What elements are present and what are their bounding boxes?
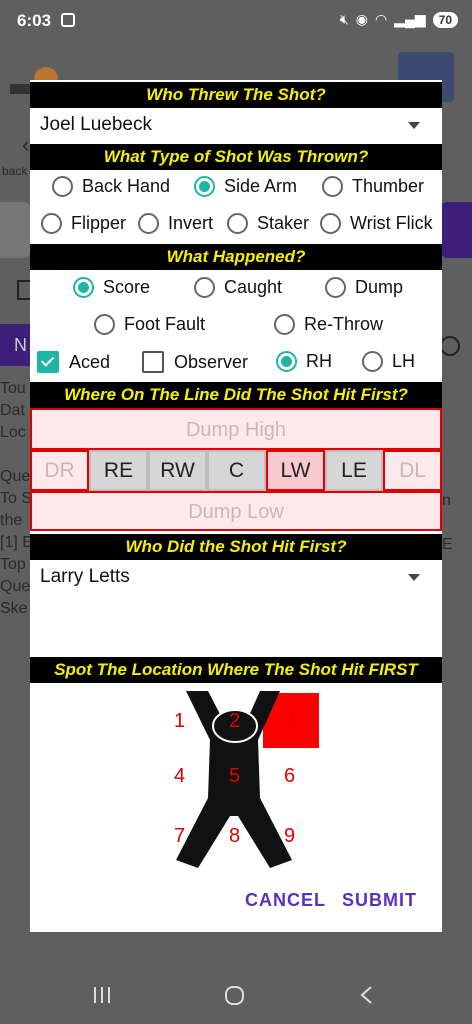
wifi-icon: ◠	[374, 11, 388, 27]
radio-icon	[194, 277, 215, 298]
shot-type-thumber[interactable]: Thumber	[322, 176, 424, 197]
checkbox-checked-icon	[37, 351, 59, 373]
shot-type-back-hand[interactable]: Back Hand	[52, 176, 170, 197]
radio-icon	[52, 176, 73, 197]
battery-badge: 70	[432, 11, 458, 28]
background-text-right: n E	[442, 492, 453, 553]
radio-icon	[274, 314, 295, 335]
thrower-header: Who Threw The Shot?	[30, 82, 442, 108]
radio-icon	[320, 213, 341, 234]
back-arrow-icon[interactable]: ‹	[22, 132, 29, 158]
shot-type-header: What Type of Shot Was Thrown?	[30, 144, 442, 170]
background-input	[0, 202, 30, 258]
shot-type-staker[interactable]: Staker	[227, 213, 309, 234]
spot-5[interactable]: 5	[229, 765, 240, 788]
cancel-button[interactable]: CANCEL	[245, 890, 326, 911]
hit-header: Who Did the Shot Hit First?	[30, 534, 442, 560]
back-icon[interactable]	[358, 985, 374, 1005]
back-label: back	[2, 164, 28, 178]
line-cell-rw[interactable]: RW	[148, 450, 207, 491]
spot-8[interactable]: 8	[229, 825, 240, 848]
radio-icon	[41, 213, 62, 234]
thrower-value: Joel Luebeck	[40, 114, 152, 135]
outcome-foot-fault[interactable]: Foot Fault	[94, 314, 205, 335]
hit-player-value: Larry Letts	[40, 566, 130, 587]
background-radio	[440, 336, 460, 356]
hand-lh[interactable]: LH	[362, 351, 415, 372]
spot-2[interactable]: 2	[229, 710, 240, 733]
shot-type-invert[interactable]: Invert	[138, 213, 213, 234]
radio-icon	[322, 176, 343, 197]
system-nav-bar	[0, 944, 472, 1024]
line-header: Where On The Line Did The Shot Hit First…	[30, 382, 442, 408]
radio-icon	[227, 213, 248, 234]
spot-9[interactable]: 9	[284, 825, 295, 848]
dropdown-arrow-icon	[408, 574, 420, 581]
spot-4[interactable]: 4	[174, 765, 185, 788]
background-n-button: N	[0, 324, 30, 366]
aced-checkbox[interactable]: Aced	[37, 351, 110, 373]
location-icon: ◉	[355, 11, 368, 27]
line-cell-lw[interactable]: LW	[266, 450, 325, 491]
line-cell-dl[interactable]: DL	[383, 450, 442, 491]
status-bar: 6:03 🔇︎ ◉ ◠ ▂▄▆ 70	[0, 0, 472, 44]
line-cell-le[interactable]: LE	[325, 450, 383, 491]
shot-type-flipper[interactable]: Flipper	[41, 213, 126, 234]
recent-apps-icon[interactable]	[92, 986, 112, 1004]
signal-icon: ▂▄▆	[394, 11, 426, 27]
mute-icon: 🔇︎	[339, 11, 349, 27]
radio-icon	[325, 277, 346, 298]
hand-rh[interactable]: RH	[276, 351, 332, 372]
hit-player-select[interactable]: Larry Letts	[40, 560, 432, 594]
line-cell-dr[interactable]: DR	[30, 450, 89, 491]
line-cell-re[interactable]: RE	[89, 450, 148, 491]
screenshot-icon	[61, 13, 75, 27]
radio-icon	[138, 213, 159, 234]
background-button	[441, 202, 472, 258]
shot-dialog: Who Threw The Shot? Joel Luebeck What Ty…	[30, 80, 442, 932]
spot-header: Spot The Location Where The Shot Hit FIR…	[30, 657, 442, 683]
dump-low-zone[interactable]: Dump Low	[30, 491, 442, 531]
status-icons: 🔇︎ ◉ ◠ ▂▄▆ 70	[340, 11, 458, 28]
radio-selected-icon	[194, 176, 215, 197]
spot-3[interactable]: 3	[284, 710, 295, 733]
spot-7[interactable]: 7	[174, 825, 185, 848]
background-text: Tou Dat Loc Que To S the [1] E Top Que S…	[0, 380, 33, 617]
dump-high-zone[interactable]: Dump High	[30, 408, 442, 450]
line-cell-c[interactable]: C	[207, 450, 266, 491]
observer-checkbox[interactable]: Observer	[142, 351, 248, 373]
radio-icon	[94, 314, 115, 335]
radio-selected-icon	[73, 277, 94, 298]
submit-button[interactable]: SUBMIT	[342, 890, 417, 911]
outcome-re-throw[interactable]: Re-Throw	[274, 314, 383, 335]
radio-selected-icon	[276, 351, 297, 372]
shot-type-side-arm[interactable]: Side Arm	[194, 176, 297, 197]
checkbox-icon	[142, 351, 164, 373]
spot-6[interactable]: 6	[284, 765, 295, 788]
thrower-select[interactable]: Joel Luebeck	[40, 108, 432, 142]
shot-type-wrist-flick[interactable]: Wrist Flick	[320, 213, 433, 234]
radio-icon	[362, 351, 383, 372]
outcome-dump[interactable]: Dump	[325, 277, 403, 298]
status-time: 6:03	[17, 11, 52, 30]
home-icon[interactable]	[224, 985, 246, 1007]
happened-header: What Happened?	[30, 244, 442, 270]
outcome-score[interactable]: Score	[73, 277, 150, 298]
dropdown-arrow-icon	[408, 122, 420, 129]
outcome-caught[interactable]: Caught	[194, 277, 282, 298]
spot-1[interactable]: 1	[174, 710, 185, 733]
